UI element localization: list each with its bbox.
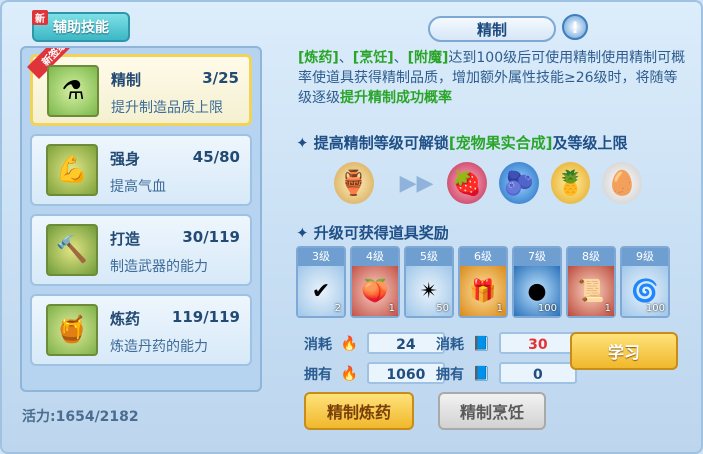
desc-part: 、: [338, 50, 353, 66]
muscle-icon: 💪: [46, 144, 98, 196]
arrow-icon: ▶▶: [399, 170, 434, 196]
desc-part: [炼药]: [298, 50, 339, 66]
cost-vitality-value: 24: [366, 332, 445, 354]
skill-window: 辅助技能 新 新签级 ⚗ 精制 3/25 提升制造品质上限 💪 强身 45/80…: [0, 0, 703, 454]
reward-count: 2: [334, 303, 341, 314]
own-label: 拥有: [436, 367, 464, 383]
skill-item-alchemy[interactable]: 🍯 炼药 119/119 炼造丹药的能力: [30, 294, 252, 366]
own-item-row: 拥有 📘 0: [436, 362, 577, 384]
reward-slot[interactable]: 9级 🌀 100: [620, 246, 670, 318]
reward-title-text: 升级可获得道具奖励: [313, 224, 449, 242]
skill-description: [炼药]、[烹饪]、[附魔]达到100级后可使用精制使用精制可概率使道具获得精制…: [298, 48, 688, 108]
vitality-text: 活力:1654/2182: [22, 409, 139, 425]
reward-level: 8级: [568, 248, 614, 266]
cost-item-row: 消耗 📘 30: [436, 332, 577, 354]
vitality-icon: 🔥: [340, 336, 358, 352]
learn-button[interactable]: 学习: [570, 332, 678, 370]
refine-cook-button[interactable]: 精制烹饪: [438, 392, 546, 430]
skill-item-body[interactable]: 💪 强身 45/80 提高气血: [30, 134, 252, 206]
book-icon: 📘: [472, 366, 490, 382]
skill-level: 119/119: [171, 308, 240, 326]
reward-level: 7级: [514, 248, 560, 266]
skill-list: 新签级 ⚗ 精制 3/25 提升制造品质上限 💪 强身 45/80 提高气血 🔨…: [20, 46, 262, 392]
skill-level: 3/25: [202, 69, 239, 87]
reward-level: 5级: [406, 248, 452, 266]
unlock-title-part: [宠物果实合成]: [448, 134, 553, 152]
crafting-cauldron-icon: 🏺: [334, 162, 374, 204]
reward-title: ✦ 升级可获得道具奖励: [296, 222, 449, 243]
desc-part: [烹饪]: [352, 50, 394, 66]
skill-item-refine[interactable]: 新签级 ⚗ 精制 3/25 提升制造品质上限: [27, 48, 252, 126]
skill-desc: 提高气血: [110, 179, 166, 195]
cost-vitality-row: 消耗 🔥 24: [304, 332, 445, 354]
skill-desc: 提升制造品质上限: [111, 100, 223, 116]
info-icon[interactable]: !: [562, 14, 588, 40]
cauldron-icon: 🍯: [46, 304, 98, 356]
reward-level: 9级: [622, 248, 668, 266]
own-vitality-row: 拥有 🔥 1060: [304, 362, 445, 384]
reward-level: 4级: [352, 248, 398, 266]
new-badge: 新: [32, 10, 48, 25]
reward-count: 1: [496, 303, 503, 314]
reward-count: 50: [436, 303, 449, 314]
gold-fruit-icon: 🍍: [550, 162, 591, 204]
vitality-icon: 🔥: [340, 366, 358, 382]
desc-part: [附魔]: [407, 50, 449, 66]
refine-alchemy-button[interactable]: 精制炼药: [304, 392, 414, 430]
skill-name: 强身: [110, 150, 141, 168]
own-label: 拥有: [304, 367, 332, 383]
reward-count: 100: [645, 303, 665, 314]
reward-level: 6级: [460, 248, 506, 266]
reward-slot[interactable]: 3级 ✔ 2: [296, 246, 346, 318]
reward-strip: 3级 ✔ 2 4级 🍑 1 5级 ✴ 50 6级 🎁 1 7级 ● 100 8级…: [296, 246, 688, 322]
skill-detail-panel: 精制 ! [炼药]、[烹饪]、[附魔]达到100级后可使用精制使用精制可概率使道…: [288, 10, 694, 450]
reward-slot[interactable]: 7级 ● 100: [512, 246, 562, 318]
skill-level: 30/119: [182, 228, 240, 246]
reward-count: 1: [604, 303, 611, 314]
own-item-value: 0: [498, 362, 577, 384]
skill-name: 炼药: [110, 310, 141, 328]
reward-count: 100: [537, 303, 557, 314]
red-fruit-icon: 🍓: [447, 162, 488, 204]
white-egg-icon: 🥚: [602, 162, 642, 204]
skill-item-forge[interactable]: 🔨 打造 30/119 制造武器的能力: [30, 214, 252, 286]
skill-desc: 炼造丹药的能力: [110, 339, 208, 355]
unlock-title: ✦ 提高精制等级可解锁[宠物果实合成]及等级上限: [296, 132, 628, 153]
unlock-title-part: 提高精制等级可解锁: [313, 134, 449, 152]
cost-label: 消耗: [304, 337, 332, 353]
detail-title: 精制: [428, 16, 556, 42]
reward-slot[interactable]: 4级 🍑 1: [350, 246, 400, 318]
reward-count: 1: [388, 303, 395, 314]
cost-label: 消耗: [436, 337, 464, 353]
reward-level: 3级: [298, 248, 344, 266]
refine-icon: ⚗: [47, 65, 99, 117]
cost-item-value: 30: [498, 332, 577, 354]
reward-slot[interactable]: 6级 🎁 1: [458, 246, 508, 318]
own-vitality-value: 1060: [366, 362, 445, 384]
skill-level: 45/80: [192, 148, 240, 166]
blue-fruit-icon: 🫐: [499, 162, 539, 204]
reward-slot[interactable]: 5级 ✴ 50: [404, 246, 454, 318]
tab-label: 辅助技能: [53, 20, 109, 36]
hammer-icon: 🔨: [46, 224, 98, 276]
skill-name: 打造: [110, 230, 141, 248]
desc-part: 提升精制成功概率: [340, 90, 452, 106]
sparkle-icon: ✦: [296, 224, 314, 242]
skill-desc: 制造武器的能力: [110, 259, 208, 275]
book-icon: 📘: [472, 336, 490, 352]
skill-name: 精制: [111, 71, 142, 89]
reward-slot[interactable]: 8级 📜 1: [566, 246, 616, 318]
unlock-title-part: 及等级上限: [552, 134, 628, 152]
desc-part: 、: [393, 50, 408, 66]
unlock-row: 🏺 ▶▶ 🍓 🫐 🍍 🥚: [334, 162, 654, 204]
sparkle-icon: ✦: [296, 134, 314, 152]
